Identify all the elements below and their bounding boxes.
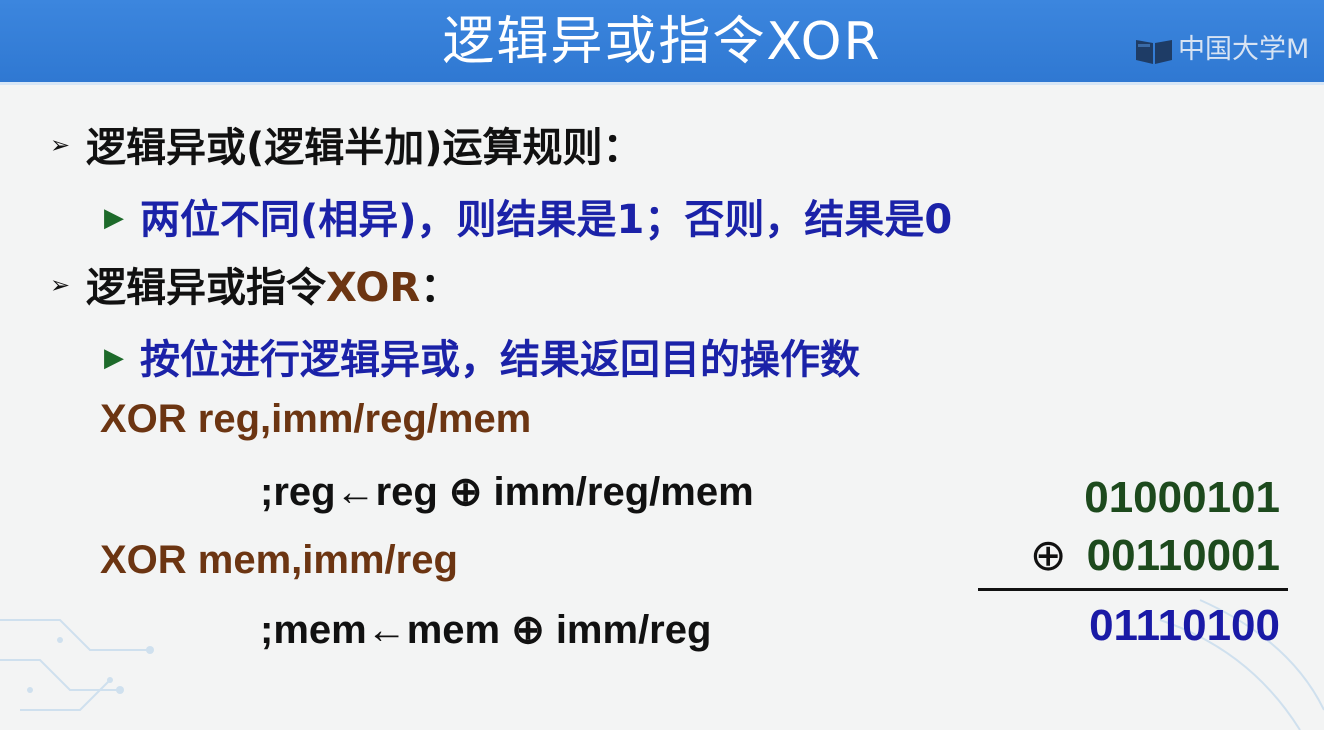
sum-divider: [978, 588, 1288, 591]
instr-heading-keyword: XOR: [326, 265, 421, 311]
example-result: 01110100: [1089, 601, 1280, 650]
mooc-logo: 中国大学M: [1134, 32, 1309, 68]
syntax-form-1: XOR reg,imm/reg/mem: [100, 397, 532, 441]
syntax-form-2: XOR mem,imm/reg: [100, 538, 458, 582]
slide-title: 逻辑异或指令XOR: [442, 12, 882, 72]
syntax-form-2-comment: ;mem←mem ⊕ imm/reg: [260, 608, 712, 652]
rule-detail-text: 两位不同(相异)，则结果是1；否则，结果是0: [140, 197, 953, 243]
bullet-rule-heading: ➢ 逻辑异或(逻辑半加)运算规则：: [50, 115, 643, 173]
syntax-form-1-comment: ;reg←reg ⊕ imm/reg/mem: [260, 470, 754, 514]
triangle-bullet-icon: ▶: [104, 203, 124, 233]
rule-heading-text: 逻辑异或(逻辑半加)运算规则: [86, 125, 603, 171]
bullet-instruction-detail: ▶ 按位进行逻辑异或，结果返回目的操作数: [104, 327, 860, 385]
example-operand-1: 01000101: [1084, 473, 1280, 522]
bullet-rule-detail: ▶ 两位不同(相异)，则结果是1；否则，结果是0: [104, 187, 952, 245]
arrow-bullet-icon: ➢: [50, 271, 71, 299]
instr-heading-text: 逻辑异或指令: [86, 265, 326, 311]
book-icon: [1136, 40, 1172, 64]
arrow-bullet-icon: ➢: [50, 131, 71, 159]
instr-detail-text: 按位进行逻辑异或，结果返回目的操作数: [140, 337, 860, 383]
triangle-bullet-icon: ▶: [104, 343, 124, 373]
bullet-instruction-heading: ➢ 逻辑异或指令XOR：: [50, 255, 460, 313]
slide-content: ➢ 逻辑异或(逻辑半加)运算规则： ▶ 两位不同(相异)，则结果是1；否则，结果是0…: [0, 85, 1324, 730]
xor-operator: ⊕: [1029, 531, 1067, 580]
title-bar: 逻辑异或指令XOR 中国大学M: [0, 0, 1324, 85]
example-operand-2: 00110001: [1086, 531, 1280, 580]
instr-heading-colon: ：: [420, 265, 461, 311]
rule-heading-colon: ：: [602, 125, 643, 171]
example-operand-2-row: ⊕ 00110001: [1030, 530, 1280, 581]
logo-text: 中国大学M: [1178, 34, 1310, 65]
slide: 逻辑异或指令XOR 中国大学M ➢ 逻辑异或(逻辑半加)运算规则： ▶ 两位不同…: [0, 0, 1324, 730]
